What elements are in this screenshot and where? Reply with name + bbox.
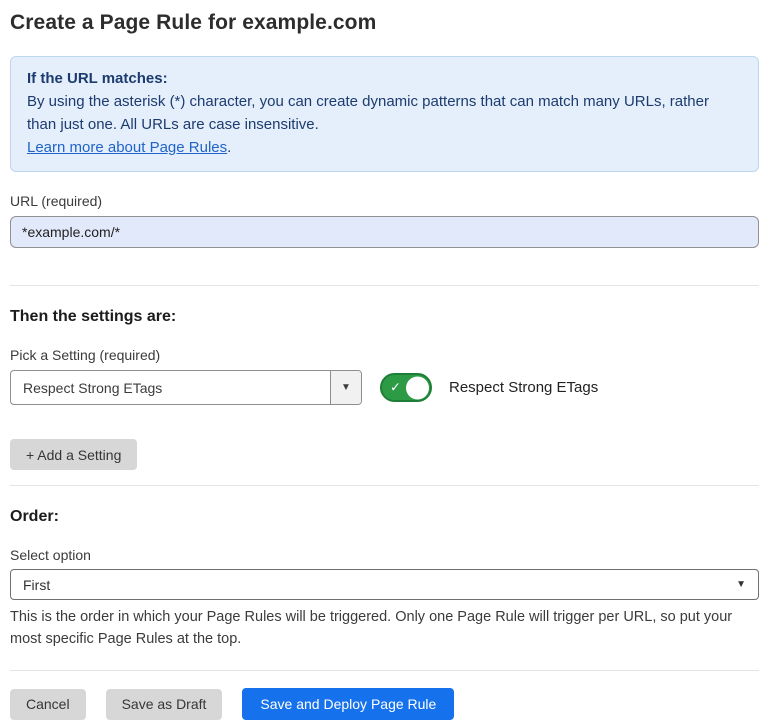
info-link-line: Learn more about Page Rules.: [27, 136, 742, 159]
check-icon: ✓: [390, 379, 401, 395]
url-label: URL (required): [10, 193, 759, 209]
order-select[interactable]: First ▼: [10, 569, 759, 600]
toggle-knob: [406, 376, 429, 399]
order-section-heading: Order:: [10, 508, 759, 526]
divider-settings-order: [10, 485, 759, 486]
save-and-deploy-button[interactable]: Save and Deploy Page Rule: [242, 688, 454, 720]
cancel-button[interactable]: Cancel: [10, 689, 86, 720]
settings-section-heading: Then the settings are:: [10, 308, 759, 326]
page-title: Create a Page Rule for example.com: [10, 11, 759, 35]
toggle-label: Respect Strong ETags: [449, 379, 598, 396]
divider-url-settings: [10, 285, 759, 286]
link-suffix-period: .: [227, 139, 231, 156]
setting-row: Respect Strong ETags ▼ ✓ Respect Strong …: [10, 370, 759, 405]
info-box-heading: If the URL matches:: [27, 67, 742, 90]
url-match-info-box: If the URL matches: By using the asteris…: [10, 56, 759, 172]
chevron-down-icon: ▼: [736, 579, 746, 590]
pick-setting-label: Pick a Setting (required): [10, 347, 759, 363]
setting-select[interactable]: Respect Strong ETags ▼: [10, 370, 362, 405]
action-bar: Cancel Save as Draft Save and Deploy Pag…: [10, 688, 759, 720]
divider-actions: [10, 670, 759, 671]
url-input[interactable]: [10, 216, 759, 248]
info-box-body: By using the asterisk (*) character, you…: [27, 90, 742, 136]
etags-toggle-on[interactable]: ✓: [380, 373, 432, 402]
create-page-rule-form: Create a Page Rule for example.com If th…: [0, 0, 769, 720]
order-select-value: First: [23, 577, 50, 593]
setting-select-value: Respect Strong ETags: [11, 380, 330, 396]
learn-more-page-rules-link[interactable]: Learn more about Page Rules: [27, 139, 227, 156]
chevron-down-icon[interactable]: ▼: [330, 371, 361, 404]
select-option-label: Select option: [10, 547, 759, 563]
add-setting-button[interactable]: + Add a Setting: [10, 439, 137, 470]
order-help-text: This is the order in which your Page Rul…: [10, 606, 755, 650]
save-as-draft-button[interactable]: Save as Draft: [106, 689, 223, 720]
